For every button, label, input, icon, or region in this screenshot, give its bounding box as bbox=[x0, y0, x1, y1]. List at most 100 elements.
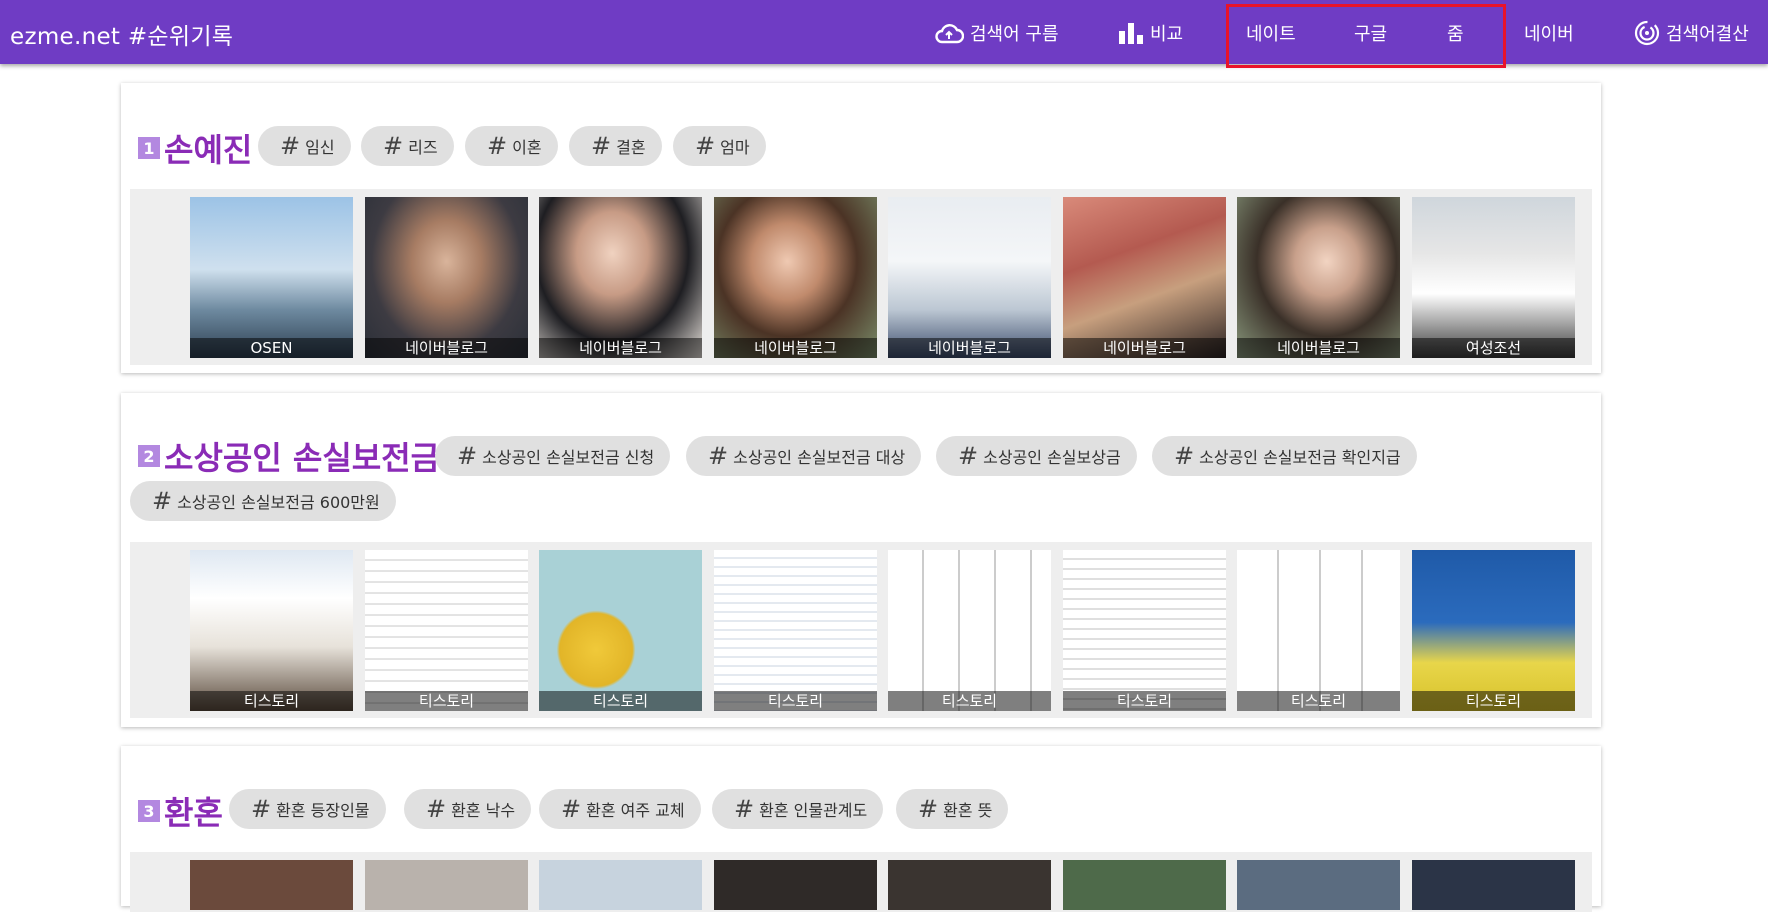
image-thumb[interactable]: 티스토리 bbox=[190, 550, 353, 711]
image-thumb[interactable]: 티스토리 bbox=[888, 550, 1051, 711]
rank-badge: 3 bbox=[138, 800, 160, 822]
related-tag[interactable]: # 소상공인 손실보전금 신청 bbox=[435, 436, 671, 476]
image-source: 네이버블로그 bbox=[1237, 338, 1400, 358]
related-tag[interactable]: # 환혼 등장인물 bbox=[229, 789, 386, 829]
nav-highlight-box bbox=[1226, 4, 1506, 68]
tag-label: 환혼 뜻 bbox=[943, 801, 993, 820]
related-tag[interactable]: # 환혼 여주 교체 bbox=[539, 789, 701, 829]
image-strip bbox=[130, 852, 1592, 912]
rank-keyword[interactable]: 환혼 bbox=[164, 788, 223, 834]
tag-label: 환혼 낙수 bbox=[451, 801, 516, 820]
site-brand[interactable]: ezme.net #순위기록 bbox=[10, 17, 233, 51]
rank-card-1-head: 1 손예진 bbox=[138, 125, 252, 171]
related-tag[interactable]: # 엄마 bbox=[673, 126, 766, 166]
image-thumb[interactable] bbox=[714, 860, 877, 910]
hash-icon: # bbox=[958, 442, 979, 470]
image-source: 네이버블로그 bbox=[888, 338, 1051, 358]
image-thumb[interactable]: 네이버블로그 bbox=[714, 197, 877, 358]
image-thumb[interactable]: 네이버블로그 bbox=[888, 197, 1051, 358]
rank-card-2: 2 소상공인 손실보전금 # 소상공인 손실보전금 신청 # 소상공인 손실보전금 … bbox=[121, 393, 1601, 727]
rank-keyword[interactable]: 소상공인 손실보전금 bbox=[164, 433, 440, 479]
rank-card-3: 3 환혼 # 환혼 등장인물 # 환혼 낙수 # 환혼 여주 교체 # 환혼 인물관계도… bbox=[121, 746, 1601, 912]
image-thumb[interactable]: 티스토리 bbox=[539, 550, 702, 711]
thumbnail-image bbox=[190, 550, 353, 711]
image-thumb[interactable] bbox=[1412, 860, 1575, 910]
nav-compare[interactable]: 비교 bbox=[1118, 20, 1183, 46]
nav-word-cloud[interactable]: 검색어 구름 bbox=[934, 20, 1059, 46]
image-thumb[interactable]: 네이버블로그 bbox=[1063, 197, 1226, 358]
tag-label: 소상공인 손실보전금 확인지급 bbox=[1199, 448, 1401, 467]
thumbnail-image bbox=[365, 197, 528, 358]
related-tag[interactable]: # 소상공인 손실보상금 bbox=[936, 436, 1137, 476]
tag-label: 소상공인 손실보전금 신청 bbox=[482, 448, 655, 467]
hash-icon: # bbox=[280, 132, 301, 160]
thumbnail-image bbox=[1412, 550, 1575, 711]
thumbnail-image bbox=[1412, 860, 1575, 910]
nav-yearly-summary[interactable]: 검색어결산 bbox=[1634, 20, 1749, 46]
thumbnail-image bbox=[888, 550, 1051, 711]
tag-label: 임신 bbox=[305, 138, 335, 157]
hash-icon: # bbox=[734, 795, 755, 823]
rank-badge: 1 bbox=[138, 137, 160, 159]
related-tag[interactable]: # 소상공인 손실보전금 확인지급 bbox=[1152, 436, 1417, 476]
hash-icon: # bbox=[1174, 442, 1195, 470]
rank-card-3-head: 3 환혼 bbox=[138, 788, 223, 834]
image-thumb[interactable]: 네이버블로그 bbox=[1237, 197, 1400, 358]
thumbnail-image bbox=[714, 197, 877, 358]
rank-keyword[interactable]: 손예진 bbox=[164, 125, 252, 171]
image-thumb[interactable] bbox=[539, 860, 702, 910]
thumbnail-image bbox=[539, 197, 702, 358]
thumbnail-image bbox=[714, 860, 877, 910]
cloud-icon bbox=[935, 24, 964, 44]
thumbnail-image bbox=[1063, 860, 1226, 910]
related-tag[interactable]: # 환혼 낙수 bbox=[404, 789, 532, 829]
image-thumb[interactable] bbox=[888, 860, 1051, 910]
tag-label: 결혼 bbox=[616, 138, 646, 157]
hash-icon: # bbox=[591, 132, 612, 160]
image-thumb[interactable]: OSEN bbox=[190, 197, 353, 358]
image-thumb[interactable] bbox=[190, 860, 353, 910]
tag-label: 엄마 bbox=[720, 138, 750, 157]
image-strip: 티스토리 티스토리 티스토리 티스토리 티스토리 티스토리 티스토리 티스토리 bbox=[130, 542, 1592, 718]
image-thumb[interactable] bbox=[1237, 860, 1400, 910]
related-tag[interactable]: # 임신 bbox=[258, 126, 351, 166]
image-source: 네이버블로그 bbox=[365, 338, 528, 358]
rank-badge: 2 bbox=[138, 445, 160, 467]
image-source: 네이버블로그 bbox=[714, 338, 877, 358]
tag-label: 환혼 등장인물 bbox=[276, 801, 370, 820]
image-thumb[interactable] bbox=[1063, 860, 1226, 910]
image-thumb[interactable]: 네이버블로그 bbox=[365, 197, 528, 358]
related-tag[interactable]: # 환혼 인물관계도 bbox=[712, 789, 884, 829]
nav-word-cloud-label: 검색어 구름 bbox=[970, 24, 1059, 45]
thumbnail-image bbox=[1063, 550, 1226, 711]
image-strip: OSEN 네이버블로그 네이버블로그 네이버블로그 네이버블로그 네이버블로그 … bbox=[130, 189, 1592, 365]
related-tag[interactable]: # 소상공인 손실보전금 대상 bbox=[686, 436, 922, 476]
thumbnail-image bbox=[888, 197, 1051, 358]
related-tag[interactable]: # 이혼 bbox=[465, 126, 558, 166]
related-tag[interactable]: # 환혼 뜻 bbox=[896, 789, 1009, 829]
hash-icon: # bbox=[426, 795, 447, 823]
thumbnail-image bbox=[888, 860, 1051, 910]
thumbnail-image bbox=[714, 550, 877, 711]
image-thumb[interactable] bbox=[365, 860, 528, 910]
image-source: 티스토리 bbox=[714, 691, 877, 711]
related-tag[interactable]: # 소상공인 손실보전금 600만원 bbox=[130, 481, 396, 521]
nav-compare-label: 비교 bbox=[1150, 24, 1184, 45]
hash-icon: # bbox=[251, 795, 272, 823]
image-thumb[interactable]: 티스토리 bbox=[1237, 550, 1400, 711]
thumbnail-image bbox=[365, 550, 528, 711]
thumbnail-image bbox=[1237, 197, 1400, 358]
image-source: 네이버블로그 bbox=[1063, 338, 1226, 358]
image-source: 티스토리 bbox=[539, 691, 702, 711]
hash-icon: # bbox=[918, 795, 939, 823]
image-thumb[interactable]: 티스토리 bbox=[1063, 550, 1226, 711]
related-tag[interactable]: # 결혼 bbox=[569, 126, 662, 166]
image-thumb[interactable]: 네이버블로그 bbox=[539, 197, 702, 358]
image-thumb[interactable]: 여성조선 bbox=[1412, 197, 1575, 358]
hash-icon: # bbox=[561, 795, 582, 823]
image-thumb[interactable]: 티스토리 bbox=[1412, 550, 1575, 711]
image-thumb[interactable]: 티스토리 bbox=[714, 550, 877, 711]
nav-naver[interactable]: 네이버 bbox=[1524, 20, 1574, 46]
related-tag[interactable]: # 리즈 bbox=[361, 126, 454, 166]
image-thumb[interactable]: 티스토리 bbox=[365, 550, 528, 711]
